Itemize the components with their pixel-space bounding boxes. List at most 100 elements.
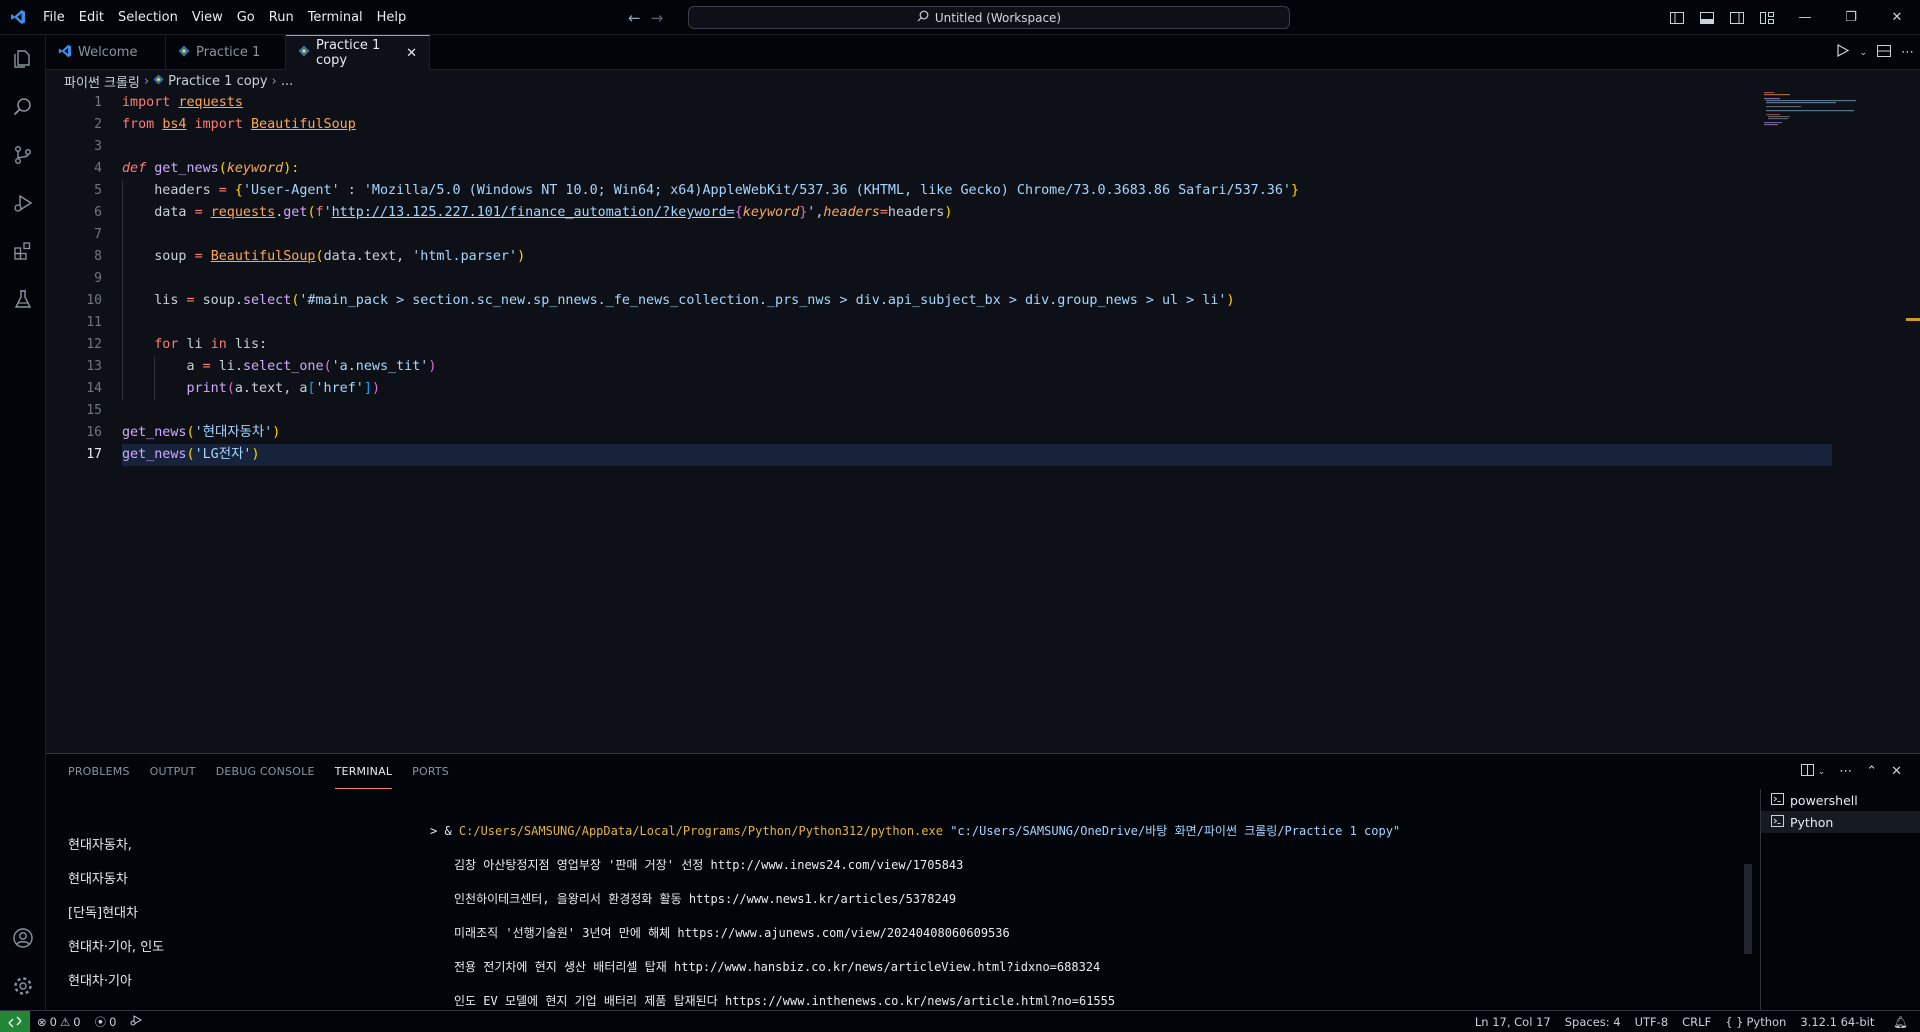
maximize-panel-icon[interactable]: ⌃: [1866, 764, 1877, 779]
extensions-icon[interactable]: [0, 227, 46, 275]
terminal-scrollbar[interactable]: [1744, 864, 1752, 954]
explorer-icon[interactable]: [0, 35, 46, 83]
indentation[interactable]: Spaces: 4: [1558, 1011, 1628, 1032]
command-center[interactable]: Untitled (Workspace): [688, 6, 1290, 29]
breadcrumb-symbols[interactable]: ...: [281, 74, 293, 89]
back-arrow-icon[interactable]: ←: [628, 9, 641, 27]
code-line[interactable]: print(a.text, a['href']): [122, 378, 1832, 400]
terminal-dropdown-chevron-icon[interactable]: ⌄: [1818, 767, 1826, 777]
code-token: get_news: [154, 161, 219, 176]
tab-practice-1[interactable]: Practice 1: [166, 35, 286, 70]
code-line[interactable]: lis = soup.select('#main_pack > section.…: [122, 290, 1832, 312]
tab-problems[interactable]: PROBLEMS: [68, 754, 130, 789]
more-actions-icon[interactable]: ⋯: [1901, 45, 1914, 60]
code-line[interactable]: get_news('LG전자'): [122, 444, 1832, 466]
indent-guide: [122, 290, 123, 312]
line-number: 6: [94, 205, 102, 220]
menu-terminal[interactable]: Terminal: [301, 0, 370, 35]
code-editor[interactable]: 1 2 3 4 5 6 7 8 9 10 11 12 13 14 15 16 17 import request…: [46, 92, 1920, 752]
tab-label: Welcome: [78, 45, 138, 60]
breadcrumb-folder[interactable]: 파이썬 크롤링: [64, 72, 140, 91]
breadcrumb-file[interactable]: Practice 1 copy: [168, 74, 268, 89]
accounts-icon[interactable]: [0, 914, 46, 962]
notifications-bell-icon[interactable]: 🔔︎: [1881, 1011, 1920, 1032]
menu-help[interactable]: Help: [370, 0, 414, 35]
code-token: (: [323, 359, 332, 374]
menu-view[interactable]: View: [185, 0, 230, 35]
tab-ports[interactable]: PORTS: [412, 754, 449, 789]
restore-icon[interactable]: ❐: [1828, 0, 1874, 35]
code-line[interactable]: soup = BeautifulSoup(data.text, 'html.pa…: [122, 246, 1832, 268]
code-line[interactable]: [122, 268, 1832, 290]
minimap[interactable]: [1760, 92, 1860, 132]
search-icon[interactable]: [0, 83, 46, 131]
code-line[interactable]: data = requests.get(f'http://13.125.227.…: [122, 202, 1832, 224]
scrollbar-cursor-marker: [1906, 318, 1920, 321]
tab-terminal[interactable]: TERMINAL: [334, 754, 393, 789]
ports-status[interactable]: ⦿ 0: [88, 1011, 124, 1032]
encoding[interactable]: UTF-8: [1628, 1011, 1676, 1032]
menu-selection[interactable]: Selection: [111, 0, 185, 35]
run-and-debug-icon[interactable]: [0, 179, 46, 227]
code-content[interactable]: import requests from bs4 import Beautiful…: [122, 92, 1832, 466]
code-line[interactable]: import requests: [122, 92, 1832, 114]
line-number: 17: [86, 447, 102, 462]
tab-welcome[interactable]: Welcome: [46, 35, 166, 70]
code-line[interactable]: a = li.select_one('a.news_tit'): [122, 356, 1832, 378]
cursor-position[interactable]: Ln 17, Col 17: [1468, 1011, 1558, 1032]
split-editor-icon[interactable]: [1877, 44, 1891, 61]
tab-practice-1-copy[interactable]: Practice 1 copy ✕: [286, 35, 430, 70]
menu-run[interactable]: Run: [262, 0, 301, 35]
customize-layout-icon[interactable]: [1752, 0, 1782, 35]
terminal-output-left[interactable]: 현대자동차, 현대자동차 [단독]현대차 현대차·기아, 인도 현대차·기아: [68, 829, 468, 999]
minimize-icon[interactable]: —: [1782, 0, 1828, 35]
terminal-item-python[interactable]: Python: [1761, 811, 1920, 833]
forward-arrow-icon[interactable]: →: [651, 9, 664, 27]
run-dropdown-chevron-icon[interactable]: ⌄: [1859, 48, 1867, 58]
indent-guide: [122, 334, 123, 356]
indent-guide: [122, 246, 123, 268]
terminal-output[interactable]: > & C:/Users/SAMSUNG/AppData/Local/Progr…: [430, 814, 1800, 1018]
more-actions-icon[interactable]: ⋯: [1839, 764, 1852, 779]
code-line[interactable]: headers = {'User-Agent' : 'Mozilla/5.0 (…: [122, 180, 1832, 202]
manage-gear-icon[interactable]: [0, 962, 46, 1010]
testing-flask-icon[interactable]: [0, 275, 46, 323]
code-token: select_one: [242, 359, 324, 374]
code-line[interactable]: [122, 136, 1832, 158]
code-token: get_news: [122, 447, 187, 462]
menu-file[interactable]: File: [36, 0, 72, 35]
terminal-label: powershell: [1790, 792, 1858, 808]
code-line[interactable]: from bs4 import BeautifulSoup: [122, 114, 1832, 136]
menu-edit[interactable]: Edit: [72, 0, 111, 35]
debug-status[interactable]: [123, 1011, 149, 1032]
python-interpreter[interactable]: 3.12.1 64-bit: [1793, 1011, 1881, 1032]
remote-indicator-icon[interactable]: [0, 1010, 30, 1032]
tab-debug-console[interactable]: DEBUG CONSOLE: [216, 754, 315, 789]
code-token: ): [944, 205, 953, 220]
code-line[interactable]: [122, 224, 1832, 246]
code-line[interactable]: get_news('현대자동차'): [122, 422, 1832, 444]
menu-go[interactable]: Go: [230, 0, 262, 35]
toggle-secondary-sidebar-icon[interactable]: [1722, 0, 1752, 35]
problems-status[interactable]: ⊗ 0 ⚠ 0: [30, 1011, 88, 1032]
toggle-primary-sidebar-icon[interactable]: [1662, 0, 1692, 35]
terminal-output-line: 인천하이테크센터, 을왕리서 환경정화 활동 https://www.news1…: [454, 892, 957, 906]
split-terminal-icon[interactable]: [1800, 763, 1814, 780]
end-of-line[interactable]: CRLF: [1675, 1011, 1718, 1032]
code-line[interactable]: def get_news(keyword):: [122, 158, 1832, 180]
toggle-panel-icon[interactable]: [1692, 0, 1722, 35]
run-python-file-icon[interactable]: [1837, 43, 1850, 61]
tab-output[interactable]: OUTPUT: [150, 754, 196, 789]
code-line[interactable]: [122, 400, 1832, 422]
terminal-item-powershell[interactable]: powershell: [1761, 789, 1920, 811]
terminal-command-line: > & C:/Users/SAMSUNG/AppData/Local/Progr…: [430, 824, 1401, 838]
close-panel-icon[interactable]: ✕: [1891, 764, 1902, 779]
command-center-label: Untitled (Workspace): [934, 10, 1062, 25]
code-line[interactable]: [122, 312, 1832, 334]
close-tab-icon[interactable]: ✕: [406, 46, 417, 61]
close-window-icon[interactable]: ✕: [1874, 0, 1920, 35]
code-line[interactable]: for li in lis:: [122, 334, 1832, 356]
source-control-icon[interactable]: [0, 131, 46, 179]
language-mode[interactable]: { } Python: [1718, 1011, 1793, 1032]
